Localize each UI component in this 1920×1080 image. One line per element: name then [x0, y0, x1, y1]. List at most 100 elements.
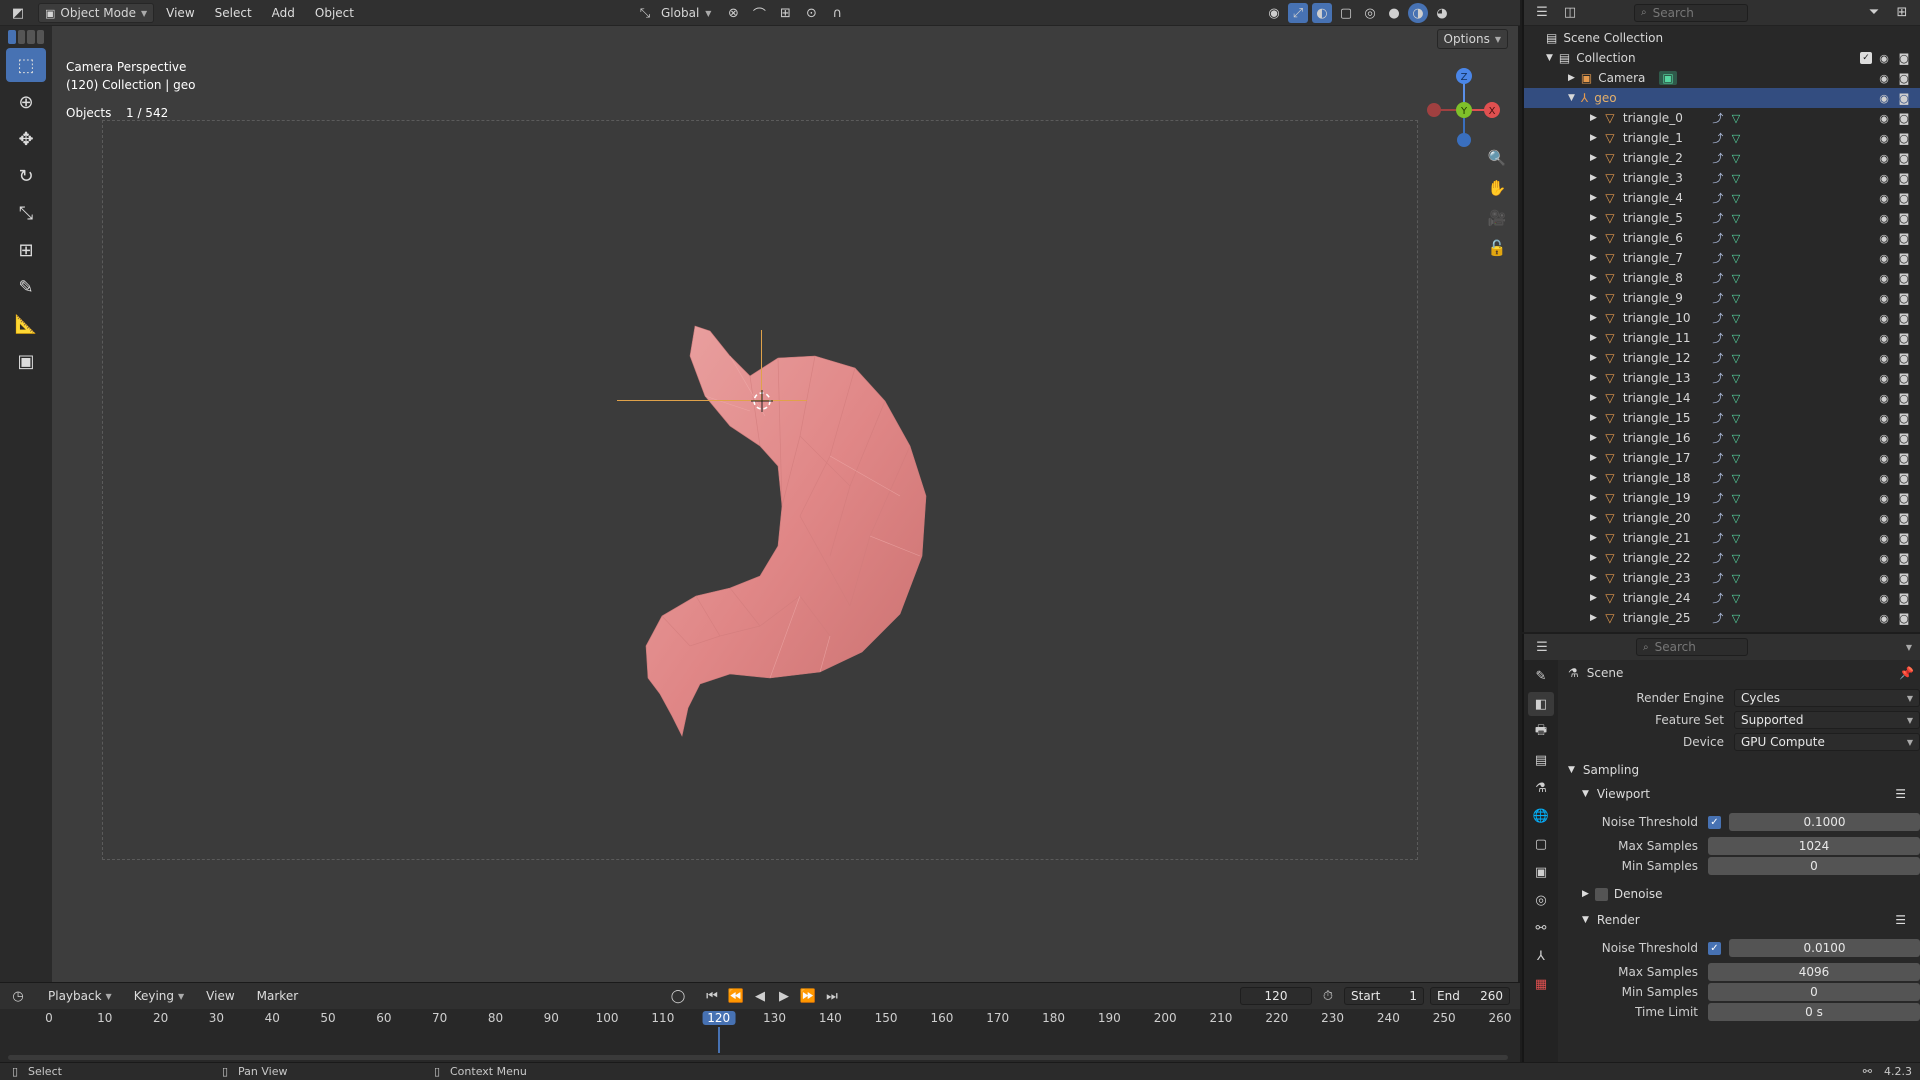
viewport-noise-threshold-field[interactable]: 0.1000 — [1729, 813, 1920, 831]
render-camera-icon[interactable]: ◙ — [1896, 50, 1912, 66]
expand-chevron-icon[interactable]: ▶ — [1590, 413, 1597, 423]
viewport-min-samples-field[interactable]: 0 — [1708, 857, 1920, 875]
play-reverse-icon[interactable]: ◀ — [750, 986, 770, 1006]
mesh-data-icon[interactable]: ▽ — [1727, 532, 1745, 545]
camera-data-icon[interactable]: ▣ — [1659, 71, 1677, 85]
render-camera-icon[interactable]: ◙ — [1896, 310, 1912, 326]
render-camera-icon[interactable]: ◙ — [1896, 130, 1912, 146]
options-dropdown[interactable]: Options ▼ — [1436, 29, 1508, 49]
time-limit-field[interactable]: 0 s — [1708, 1003, 1920, 1021]
3d-cursor-icon[interactable] — [749, 388, 775, 414]
modifier-icon[interactable]: ⤴ — [1709, 390, 1727, 406]
outliner-item[interactable]: ▶ ▽ triangle_12 ⤴ ▽ ◉ ◙ — [1524, 348, 1920, 368]
outliner-item[interactable]: ▶ ▽ triangle_3 ⤴ ▽ ◉ ◙ — [1524, 168, 1920, 188]
modifier-icon[interactable]: ⤴ — [1709, 210, 1727, 226]
expand-chevron-icon[interactable]: ▶ — [1590, 433, 1597, 443]
eye-icon[interactable]: ◉ — [1876, 110, 1892, 126]
mesh-data-icon[interactable]: ▽ — [1727, 492, 1745, 505]
expand-chevron-icon[interactable]: ▶ — [1590, 593, 1597, 603]
render-camera-icon[interactable]: ◙ — [1896, 430, 1912, 446]
outliner-item[interactable]: ▶ ▽ triangle_1 ⤴ ▽ ◉ ◙ — [1524, 128, 1920, 148]
render-camera-icon[interactable]: ◙ — [1896, 370, 1912, 386]
viewport-max-samples-field[interactable]: 1024 — [1708, 837, 1920, 855]
modifier-icon[interactable]: ⤴ — [1709, 250, 1727, 266]
noise-threshold-checkbox[interactable]: ✓ — [1708, 941, 1721, 955]
end-frame-field[interactable]: End 260 — [1430, 987, 1510, 1005]
transform-orientation-label[interactable]: Global — [661, 6, 699, 20]
modifier-icon[interactable]: ⤴ — [1709, 130, 1727, 146]
mesh-data-icon[interactable]: ▽ — [1727, 432, 1745, 445]
geo-row[interactable]: ▼ ⅄ geo ◉ ◙ — [1524, 88, 1920, 108]
collection-tab-icon[interactable]: ▢ — [1528, 832, 1554, 856]
expand-chevron-icon[interactable]: ▶ — [1590, 553, 1597, 563]
mesh-data-icon[interactable]: ▽ — [1727, 212, 1745, 225]
outliner-item[interactable]: ▶ ▽ triangle_0 ⤴ ▽ ◉ ◙ — [1524, 108, 1920, 128]
outliner-item[interactable]: ▶ ▽ triangle_6 ⤴ ▽ ◉ ◙ — [1524, 228, 1920, 248]
rendered-shading-icon[interactable]: ◕ — [1432, 3, 1452, 23]
eye-icon[interactable]: ◉ — [1876, 390, 1892, 406]
eye-icon[interactable]: ◉ — [1876, 510, 1892, 526]
timeline-editor-icon[interactable]: ◷ — [8, 986, 28, 1006]
modifier-icon[interactable]: ⤴ — [1709, 110, 1727, 126]
playhead[interactable] — [717, 1027, 720, 1053]
outliner-item[interactable]: ▶ ▽ triangle_23 ⤴ ▽ ◉ ◙ — [1524, 568, 1920, 588]
scene-tab-icon[interactable]: ⚗ — [1528, 776, 1554, 800]
modifier-icon[interactable]: ⤴ — [1709, 410, 1727, 426]
mesh-data-icon[interactable]: ▽ — [1727, 552, 1745, 565]
eye-icon[interactable]: ◉ — [1876, 290, 1892, 306]
menu-marker[interactable]: Marker — [249, 986, 306, 1006]
scene-collection-row[interactable]: ▤ Scene Collection — [1524, 28, 1920, 48]
pan-hand-icon[interactable]: ✋ — [1485, 176, 1509, 200]
eye-icon[interactable]: ◉ — [1876, 50, 1892, 66]
editor-type-icon[interactable]: ◩ — [8, 3, 28, 23]
outliner-item[interactable]: ▶ ▽ triangle_19 ⤴ ▽ ◉ ◙ — [1524, 488, 1920, 508]
render-camera-icon[interactable]: ◙ — [1896, 530, 1912, 546]
mesh-data-icon[interactable]: ▽ — [1727, 112, 1745, 125]
jump-start-icon[interactable]: ⏮ — [702, 986, 722, 1006]
eye-icon[interactable]: ◉ — [1876, 410, 1892, 426]
menu-select[interactable]: Select — [207, 3, 260, 23]
annotate-tool[interactable]: ✎ — [6, 270, 46, 304]
tool-tab-icon[interactable]: ✎ — [1528, 664, 1554, 688]
render-subpanel-header[interactable]: ▼ Render ☰ — [1582, 910, 1920, 930]
device-dropdown[interactable]: GPU Compute ▼ — [1734, 733, 1920, 751]
mesh-data-icon[interactable]: ▽ — [1727, 592, 1745, 605]
render-camera-icon[interactable]: ◙ — [1896, 210, 1912, 226]
measure-tool[interactable]: 📐 — [6, 307, 46, 341]
render-camera-icon[interactable]: ◙ — [1896, 290, 1912, 306]
zoom-icon[interactable]: 🔍 — [1485, 146, 1509, 170]
modifier-icon[interactable]: ⤴ — [1709, 510, 1727, 526]
render-camera-icon[interactable]: ◙ — [1896, 590, 1912, 606]
eye-icon[interactable]: ◉ — [1876, 270, 1892, 286]
outliner-item[interactable]: ▶ ▽ triangle_15 ⤴ ▽ ◉ ◙ — [1524, 408, 1920, 428]
eye-icon[interactable]: ◉ — [1876, 490, 1892, 506]
expand-chevron-icon[interactable]: ▶ — [1590, 353, 1597, 363]
eye-icon[interactable]: ◉ — [1876, 330, 1892, 346]
expand-chevron-icon[interactable]: ▶ — [1590, 313, 1597, 323]
timeline-scrollbar[interactable] — [8, 1055, 1508, 1060]
render-camera-icon[interactable]: ◙ — [1896, 190, 1912, 206]
expand-chevron-icon[interactable]: ▶ — [1590, 533, 1597, 543]
expand-chevron-icon[interactable]: ▶ — [1590, 193, 1597, 203]
snap-icon[interactable]: ⌒ — [749, 3, 769, 23]
select-box-tool[interactable]: ⬚ — [6, 48, 46, 82]
expand-chevron-icon[interactable]: ▶ — [1590, 233, 1597, 243]
render-camera-icon[interactable]: ◙ — [1896, 350, 1912, 366]
eye-icon[interactable]: ◉ — [1876, 470, 1892, 486]
expand-chevron-icon[interactable]: ▼ — [1546, 53, 1553, 63]
move-tool[interactable]: ✥ — [6, 122, 46, 156]
viewport-subpanel-header[interactable]: ▼ Viewport ☰ — [1582, 784, 1920, 804]
expand-chevron-icon[interactable]: ▶ — [1590, 453, 1597, 463]
frame-ruler[interactable]: 0 10 20 30 40 50 60 70 80 90 100 110 120 130 140 150 160… — [0, 1011, 1520, 1053]
outliner-item[interactable]: ▶ ▽ triangle_2 ⤴ ▽ ◉ ◙ — [1524, 148, 1920, 168]
denoise-subpanel-header[interactable]: ▶ Denoise — [1582, 884, 1920, 904]
menu-add[interactable]: Add — [264, 3, 303, 23]
camera-row[interactable]: ▶ ▣ Camera ▣ ◉ ◙ — [1524, 68, 1920, 88]
render-engine-dropdown[interactable]: Cycles ▼ — [1734, 689, 1920, 707]
modifier-icon[interactable]: ⤴ — [1709, 550, 1727, 566]
modifier-icon[interactable]: ⤴ — [1709, 570, 1727, 586]
render-camera-icon[interactable]: ◙ — [1896, 250, 1912, 266]
outliner-editor-icon[interactable]: ☰ — [1532, 3, 1552, 23]
outliner-item[interactable]: ▶ ▽ triangle_16 ⤴ ▽ ◉ ◙ — [1524, 428, 1920, 448]
render-camera-icon[interactable]: ◙ — [1896, 230, 1912, 246]
